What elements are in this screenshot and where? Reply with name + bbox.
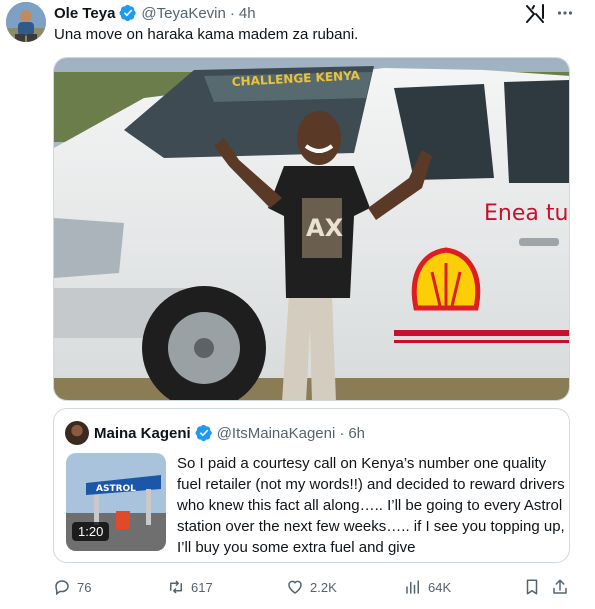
quoted-author-avatar[interactable] xyxy=(65,421,89,445)
verified-badge-icon xyxy=(195,424,212,442)
like-count: 2.2K xyxy=(310,579,337,595)
more-icon[interactable] xyxy=(556,4,574,22)
quoted-author-display-name[interactable]: Maina Kageni xyxy=(94,425,191,442)
quoted-tweet-text: So I paid a courtesy call on Kenya’s num… xyxy=(177,455,565,556)
reply-count: 76 xyxy=(77,579,92,595)
reply-icon xyxy=(55,580,69,596)
quoted-author-handle[interactable]: @ItsMainaKageni xyxy=(217,425,336,442)
tweet-photo[interactable]: AX CHALLENGE KENYA Enea tu xyxy=(53,57,570,401)
view-count: 64K xyxy=(428,579,452,595)
reply-button[interactable]: 76 xyxy=(53,575,91,599)
quoted-video-thumbnail[interactable]: ASTROL 1:20 xyxy=(66,453,166,551)
like-button[interactable]: 2.2K xyxy=(286,575,337,599)
avatar-image xyxy=(6,2,46,42)
tweet-timestamp[interactable]: 4h xyxy=(239,5,256,22)
photo-man-with-truck: AX CHALLENGE KENYA Enea tu xyxy=(54,58,569,400)
author-avatar[interactable] xyxy=(6,2,46,42)
quoted-tweet-timestamp[interactable]: 6h xyxy=(348,425,365,442)
separator-dot: · xyxy=(229,4,235,22)
video-duration-badge: 1:20 xyxy=(72,522,110,541)
repost-count: 617 xyxy=(191,579,213,595)
thumbnail-sign-text: ASTROL xyxy=(96,484,136,494)
tweet-action-bar: 76 617 2.2K 64K xyxy=(53,575,570,599)
views-icon xyxy=(406,580,419,594)
share-icon xyxy=(553,579,567,594)
separator-dot: · xyxy=(339,424,345,442)
quoted-tweet[interactable]: Maina Kageni @ItsMainaKageni · 6h ASTROL… xyxy=(53,408,570,563)
shirt-print-text: AX xyxy=(306,214,344,242)
repost-icon xyxy=(170,580,182,594)
tweet-header: Ole Teya @TeyaKevin · 4h xyxy=(54,3,256,23)
verified-badge-icon xyxy=(119,4,137,22)
like-icon xyxy=(288,580,302,594)
bookmark-button[interactable] xyxy=(523,575,541,599)
quoted-tweet-header: Maina Kageni @ItsMainaKageni · 6h xyxy=(94,423,365,443)
views-button[interactable]: 64K xyxy=(404,575,451,599)
grok-icon[interactable] xyxy=(524,3,546,23)
repost-button[interactable]: 617 xyxy=(167,575,213,599)
tweet-text: Una move on haraka kama madem za rubani. xyxy=(54,26,359,43)
bookmark-icon xyxy=(526,579,538,595)
author-display-name[interactable]: Ole Teya xyxy=(54,5,115,22)
door-sticker-text: Enea tu xyxy=(484,201,568,226)
shell-logo-icon xyxy=(411,247,481,311)
tweet[interactable]: Ole Teya @TeyaKevin · 4h Una move on har… xyxy=(0,0,595,609)
author-handle[interactable]: @TeyaKevin xyxy=(141,5,225,22)
share-button[interactable] xyxy=(551,575,569,599)
